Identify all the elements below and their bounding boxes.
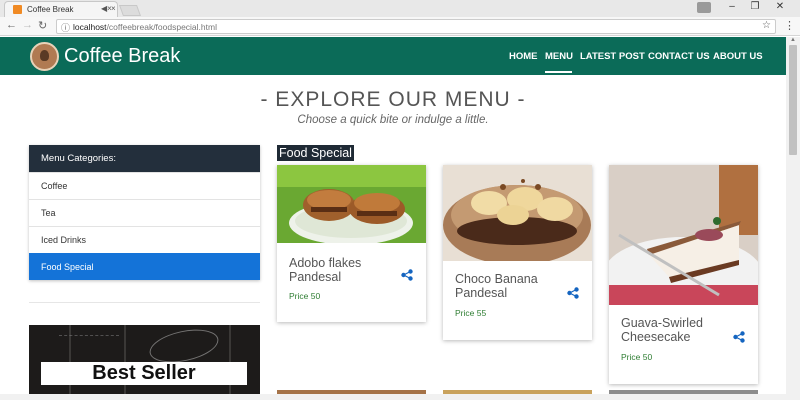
card-name: Guava-Swirled Cheesecake xyxy=(621,316,703,344)
card-name: Adobo flakes Pandesal xyxy=(289,256,362,284)
card-name: Choco Banana Pandesal xyxy=(455,272,538,300)
vertical-scrollbar[interactable]: ▲ xyxy=(786,37,800,400)
reload-icon[interactable]: ↻ xyxy=(38,19,47,32)
chalk-line xyxy=(59,335,119,355)
menu-card[interactable]: Guava-Swirled Cheesecake Price 50 xyxy=(609,165,758,384)
tab-title: Coffee Break xyxy=(27,5,74,14)
food-image-cheesecake[interactable] xyxy=(609,165,758,305)
share-icon[interactable] xyxy=(733,331,745,343)
horizontal-scrollbar[interactable] xyxy=(0,394,786,400)
nav-contact-us[interactable]: CONTACT US xyxy=(648,51,710,62)
page-title: - EXPLORE OUR MENU - xyxy=(260,88,526,111)
sidebar-divider xyxy=(29,302,260,303)
category-tea[interactable]: Tea xyxy=(29,199,260,226)
nav-active-indicator xyxy=(545,71,572,73)
browser-tab[interactable]: Coffee Break ◀× × xyxy=(4,1,118,17)
nav-menu[interactable]: MENU xyxy=(545,51,573,62)
tab-close-icon[interactable]: × xyxy=(111,4,116,13)
url-text: localhost/coffeebreak/foodspecial.html xyxy=(73,22,217,32)
bookmark-star-icon[interactable]: ☆ xyxy=(762,20,771,31)
address-toolbar: ← → ↻ ⓘ localhost/coffeebreak/foodspecia… xyxy=(0,17,800,36)
share-icon[interactable] xyxy=(401,269,413,281)
nav-latest-post[interactable]: LATEST POST xyxy=(580,51,645,62)
page-subtitle: Choose a quick bite or indulge a little. xyxy=(297,114,489,126)
address-bar[interactable]: ⓘ localhost/coffeebreak/foodspecial.html… xyxy=(56,19,776,34)
card-price: Price 50 xyxy=(289,291,321,301)
category-iced-drinks[interactable]: Iced Drinks xyxy=(29,226,260,253)
scroll-up-icon[interactable]: ▲ xyxy=(790,37,796,43)
menu-card[interactable]: Choco Banana Pandesal Price 55 xyxy=(443,165,592,340)
close-window-button[interactable]: ✕ xyxy=(770,1,790,12)
best-seller-banner[interactable]: Best Seller xyxy=(29,325,260,400)
minimize-button[interactable]: – xyxy=(722,1,742,12)
category-coffee[interactable]: Coffee xyxy=(29,172,260,199)
profile-icon[interactable] xyxy=(697,2,711,13)
maximize-button[interactable]: ❐ xyxy=(745,1,765,12)
scroll-thumb[interactable] xyxy=(789,45,797,155)
back-icon[interactable]: ← xyxy=(6,19,17,31)
section-title: Food Special xyxy=(277,145,354,161)
nav-about-us[interactable]: ABOUT US xyxy=(713,51,763,62)
forward-icon[interactable]: → xyxy=(22,19,33,31)
info-icon[interactable]: ⓘ xyxy=(61,21,70,34)
nav-home[interactable]: HOME xyxy=(509,51,538,62)
category-food-special[interactable]: Food Special xyxy=(29,253,260,280)
best-seller-label: Best Seller xyxy=(41,362,247,385)
brand-name[interactable]: Coffee Break xyxy=(64,45,180,68)
share-icon[interactable] xyxy=(567,287,579,299)
browser-menu-icon[interactable]: ⋮ xyxy=(784,19,795,32)
menu-categories: Menu Categories: Coffee Tea Iced Drinks … xyxy=(29,145,260,280)
food-image-choco-banana[interactable] xyxy=(443,165,592,261)
new-tab-button[interactable] xyxy=(118,5,142,16)
categories-header: Menu Categories: xyxy=(29,145,260,172)
favicon-icon xyxy=(13,5,22,14)
logo-icon[interactable] xyxy=(30,42,59,71)
card-price: Price 50 xyxy=(621,352,653,362)
menu-card[interactable]: Adobo flakes Pandesal Price 50 xyxy=(277,165,426,322)
browser-titlebar: Coffee Break ◀× × – ❐ ✕ xyxy=(0,0,800,17)
card-price: Price 55 xyxy=(455,308,487,318)
food-image-adobo[interactable] xyxy=(277,165,426,243)
site-header: Coffee Break HOME MENU LATEST POST CONTA… xyxy=(0,37,786,75)
